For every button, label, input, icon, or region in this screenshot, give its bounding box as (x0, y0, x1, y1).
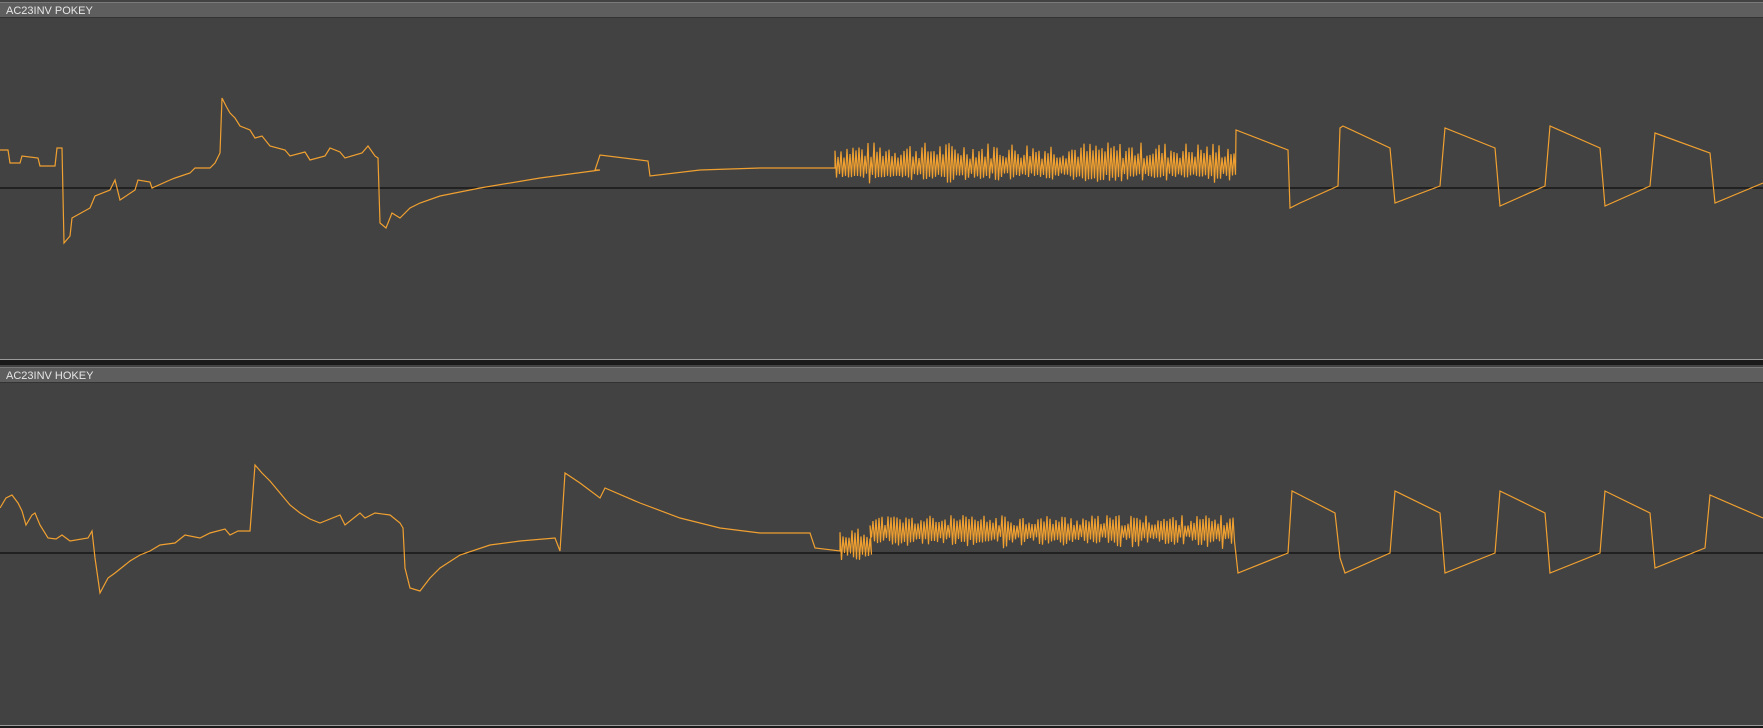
waveform-graph (0, 97, 1763, 245)
waveform-display[interactable] (0, 18, 1763, 357)
track-hokey[interactable]: AC23INV HOKEY (0, 365, 1763, 725)
waveform-line (0, 97, 1763, 245)
track-header[interactable]: AC23INV HOKEY (0, 367, 1763, 383)
track-pokey[interactable]: AC23INV POKEY (0, 0, 1763, 359)
track-name: AC23INV POKEY (6, 5, 93, 17)
waveform-display[interactable] (0, 383, 1763, 723)
track-header[interactable]: AC23INV POKEY (0, 2, 1763, 18)
track-name: AC23INV HOKEY (6, 370, 94, 382)
waveform-graph (0, 463, 1763, 595)
waveform-line (0, 463, 1763, 595)
